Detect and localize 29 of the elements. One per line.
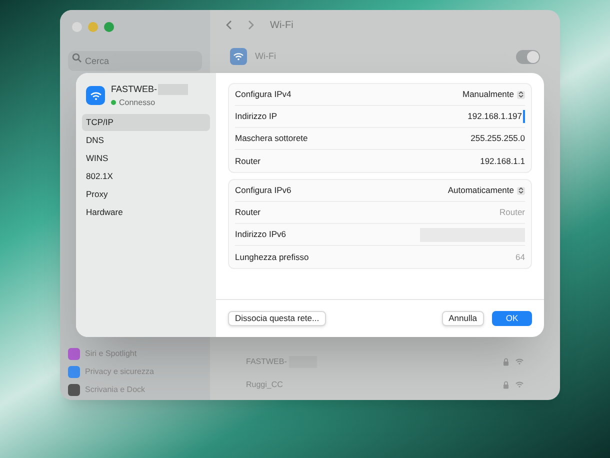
window-title: Wi-Fi: [270, 18, 294, 32]
field-label: Indirizzo IP: [235, 110, 278, 123]
field-label: Indirizzo IPv6: [235, 228, 286, 241]
cancel-button[interactable]: Annulla: [442, 311, 484, 326]
tab[interactable]: WINS: [82, 150, 210, 166]
field-value: 255.255.255.0: [470, 132, 525, 145]
search-field[interactable]: Cerca: [68, 51, 202, 71]
ok-button[interactable]: OK: [492, 311, 532, 326]
input-field[interactable]: Router: [425, 206, 525, 219]
status-label: Connesso: [119, 96, 156, 108]
field-label: Configura IPv4: [235, 88, 292, 101]
ip-address-field[interactable]: 192.168.1.197: [468, 110, 525, 123]
field-label: Router: [235, 206, 261, 219]
tab[interactable]: TCP/IP: [82, 114, 210, 130]
tab[interactable]: Proxy: [82, 186, 210, 202]
wifi-label: Wi-Fi: [255, 50, 276, 63]
field-label: Maschera sottorete: [235, 132, 308, 145]
popup-button[interactable]: Automaticamente: [448, 184, 525, 197]
field-label: Configura IPv6: [235, 184, 292, 197]
forget-network-button[interactable]: Dissocia questa rete...: [228, 311, 326, 326]
field-label: Lunghezza prefisso: [235, 250, 309, 264]
input-field[interactable]: 64: [425, 250, 525, 264]
field-value: 192.168.1.1: [480, 154, 525, 168]
popup-button[interactable]: Manualmente: [462, 88, 525, 101]
network-name: FASTWEB-: [111, 83, 158, 96]
tab[interactable]: Hardware: [82, 204, 210, 220]
tab[interactable]: 802.1X: [82, 168, 210, 184]
field-label: Router: [235, 154, 261, 168]
tab[interactable]: DNS: [82, 132, 210, 148]
